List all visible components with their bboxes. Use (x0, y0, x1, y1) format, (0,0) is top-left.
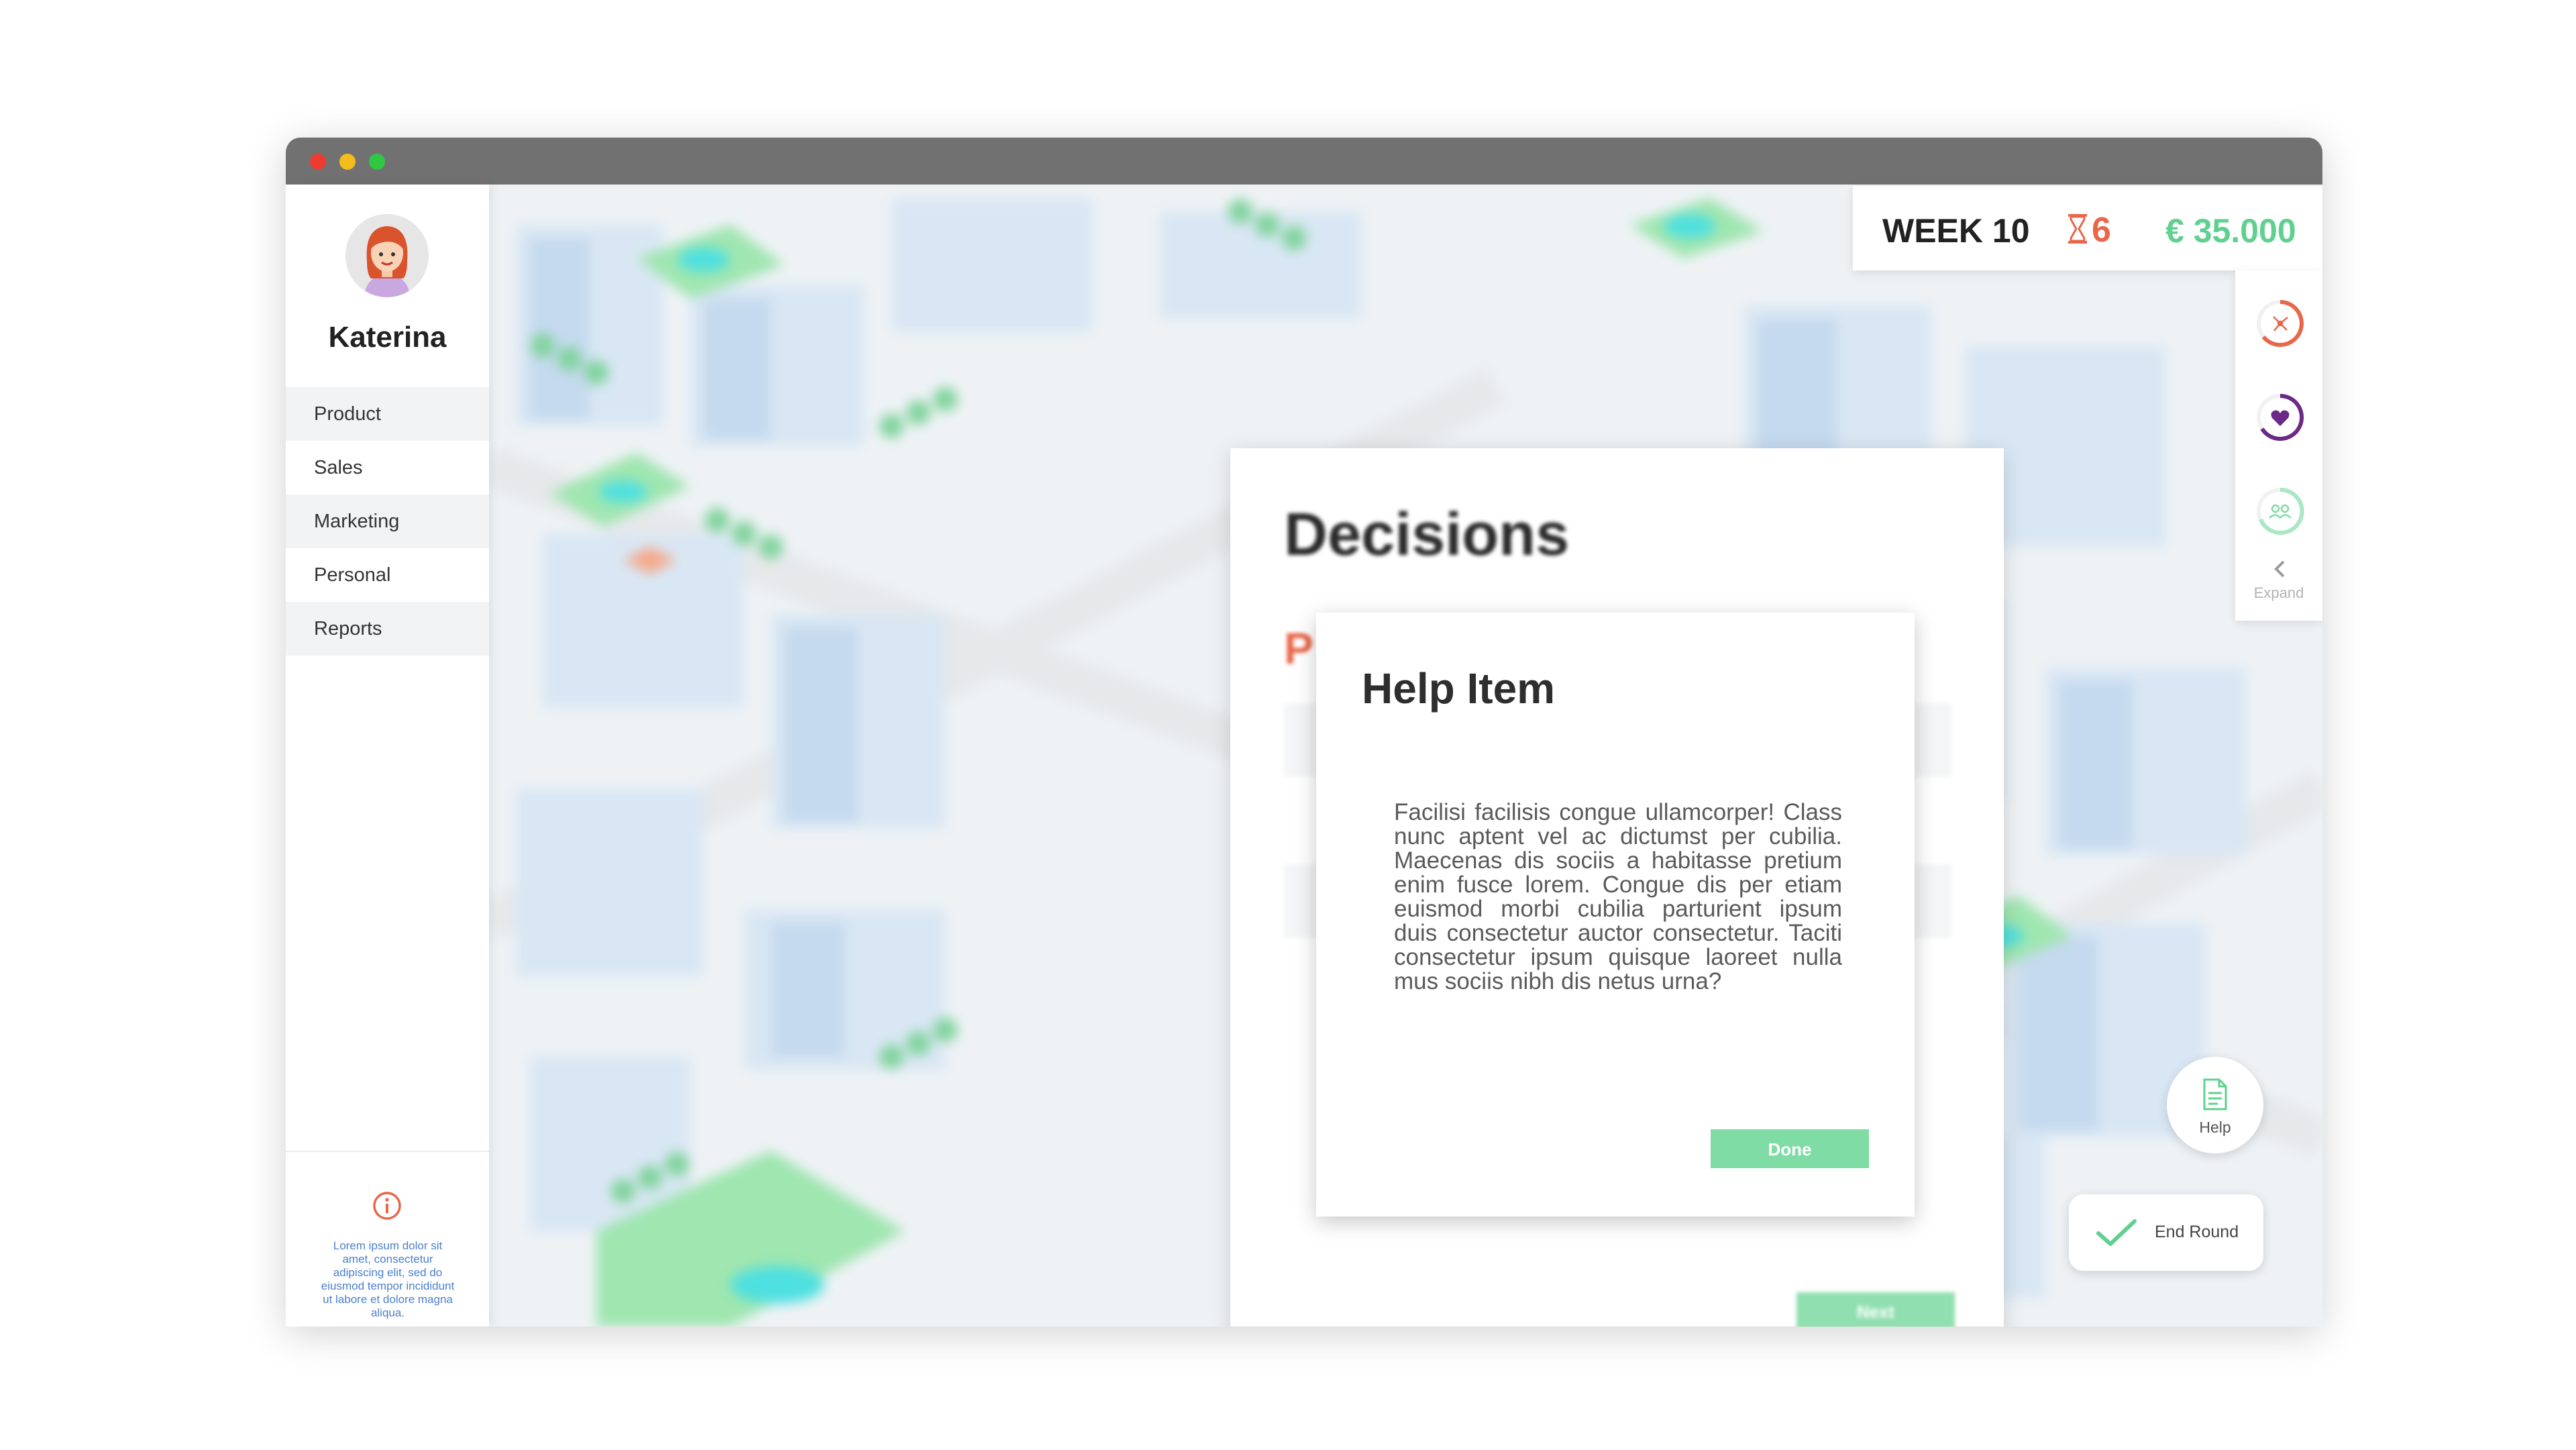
end-round-label: End Round (2155, 1223, 2239, 1241)
sidebar-item-product[interactable]: Product (286, 387, 489, 441)
metrics-panel: Expand (2235, 270, 2322, 621)
sidebar-nav: Product Sales Marketing Personal Reports (286, 387, 489, 656)
people-icon (2269, 504, 2292, 519)
maximize-window-button[interactable] (369, 154, 385, 170)
document-icon (2203, 1078, 2227, 1110)
modal-body: Facilisi facilisis congue ullamcorper! C… (1394, 799, 1842, 994)
avatar[interactable] (345, 214, 429, 297)
sidebar-item-personal[interactable]: Personal (286, 548, 489, 602)
sidebar-item-marketing[interactable]: Marketing (286, 495, 489, 548)
close-window-button[interactable] (310, 154, 326, 170)
help-button[interactable]: Help (2167, 1057, 2263, 1153)
info-icon[interactable] (372, 1191, 402, 1221)
hourglass-icon (2068, 214, 2087, 244)
sidebar: Katerina Product Sales Marketing Persona… (286, 185, 489, 1327)
minimize-window-button[interactable] (339, 154, 356, 170)
heart-icon (2271, 410, 2290, 426)
expand-label[interactable]: Expand (2235, 584, 2322, 602)
info-text: Lorem ipsum dolor sit amet, consectetur … (321, 1239, 455, 1319)
network-icon (2273, 316, 2288, 331)
sidebar-item-reports[interactable]: Reports (286, 602, 489, 656)
title-bar (286, 138, 2322, 185)
app-window: Katerina Product Sales Marketing Persona… (286, 138, 2322, 1327)
sidebar-divider (286, 1151, 489, 1152)
turns-remaining: 6 (2092, 211, 2111, 250)
help-label: Help (2199, 1119, 2231, 1136)
network-metric[interactable] (2255, 299, 2305, 348)
user-name: Katerina (328, 321, 447, 354)
decisions-title: Decisions (1284, 501, 1570, 568)
end-round-button[interactable]: End Round (2069, 1194, 2263, 1271)
decisions-subtitle: P (1284, 623, 1314, 673)
sidebar-item-sales[interactable]: Sales (286, 441, 489, 495)
checkmark-icon (2096, 1219, 2137, 1246)
next-button[interactable]: Next (1796, 1292, 1955, 1327)
stats-panel: WEEK 10 6 € 35.000 (1853, 186, 2322, 270)
modal-title: Help Item (1362, 664, 1556, 713)
week-counter: WEEK 10 (1882, 212, 2030, 250)
done-button[interactable]: Done (1711, 1129, 1869, 1168)
people-metric[interactable] (2255, 486, 2305, 536)
heart-metric[interactable] (2255, 393, 2305, 442)
avatar-illustration (345, 214, 429, 297)
help-item-modal: Help Item Facilisi facilisis congue ulla… (1316, 613, 1915, 1216)
budget-amount: € 35.000 (2165, 212, 2296, 250)
chevron-left-icon[interactable] (2270, 559, 2290, 579)
